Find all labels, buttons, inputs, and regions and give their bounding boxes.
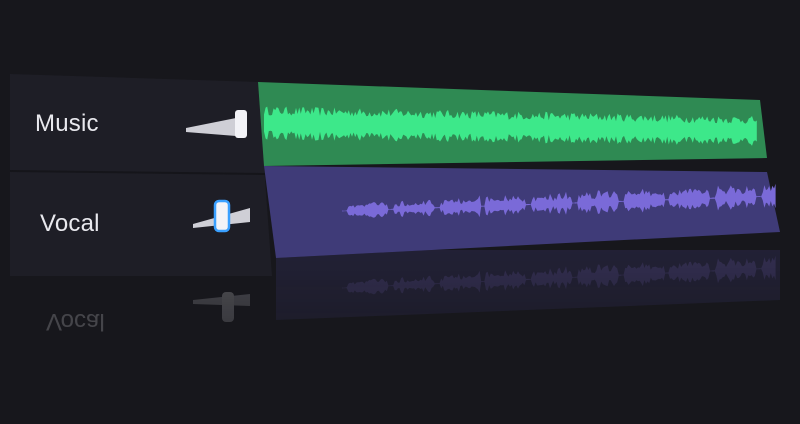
music-volume-thumb[interactable] xyxy=(235,110,247,138)
track-view: Music Vocal Vocal xyxy=(0,0,800,419)
track-header-panel xyxy=(10,74,272,276)
track-label-music: Music xyxy=(35,110,99,137)
vocal-volume-thumb[interactable] xyxy=(213,199,231,233)
track-canvas xyxy=(9,74,780,322)
track-label-vocal: Vocal xyxy=(40,210,100,237)
track-label-vocal-reflection: Vocal xyxy=(46,308,105,335)
